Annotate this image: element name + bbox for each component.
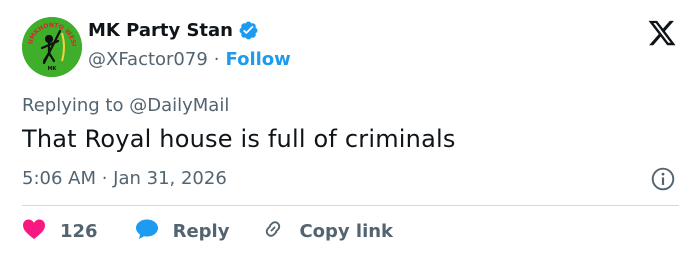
verified-badge-icon: [238, 20, 259, 41]
tweet-timestamp[interactable]: 5:06 AM · Jan 31, 2026: [22, 168, 227, 189]
x-logo-icon[interactable]: [646, 18, 678, 48]
reply-bubble-icon: [135, 218, 159, 245]
tweet-text: That Royal house is full of criminals: [22, 125, 456, 153]
divider: [22, 205, 679, 206]
name-row: MK Party Stan: [88, 20, 259, 41]
action-bar: 126 Reply Copy link: [22, 217, 393, 246]
copy-link-button[interactable]: Copy link: [261, 217, 393, 246]
like-button[interactable]: 126: [22, 218, 98, 245]
replying-to-label: Replying to: [22, 95, 124, 116]
info-icon[interactable]: [650, 166, 676, 192]
user-handle[interactable]: @XFactor079: [88, 49, 208, 70]
copy-link-label: Copy link: [299, 221, 394, 242]
display-name[interactable]: MK Party Stan: [88, 20, 233, 41]
link-icon: [261, 217, 285, 246]
replying-to: Replying to @DailyMail: [22, 95, 229, 116]
reply-label: Reply: [172, 221, 230, 242]
avatar[interactable]: UMKHONTO WESIZWE MK: [22, 17, 82, 77]
reply-mention-link[interactable]: @DailyMail: [129, 95, 229, 116]
heart-icon: [22, 218, 46, 245]
follow-button[interactable]: Follow: [226, 49, 291, 70]
handle-row: @XFactor079 · Follow: [88, 49, 291, 70]
like-count: 126: [60, 221, 98, 242]
reply-button[interactable]: Reply: [135, 218, 230, 245]
separator-dot: ·: [213, 49, 220, 70]
avatar-sub: MK: [48, 66, 58, 72]
